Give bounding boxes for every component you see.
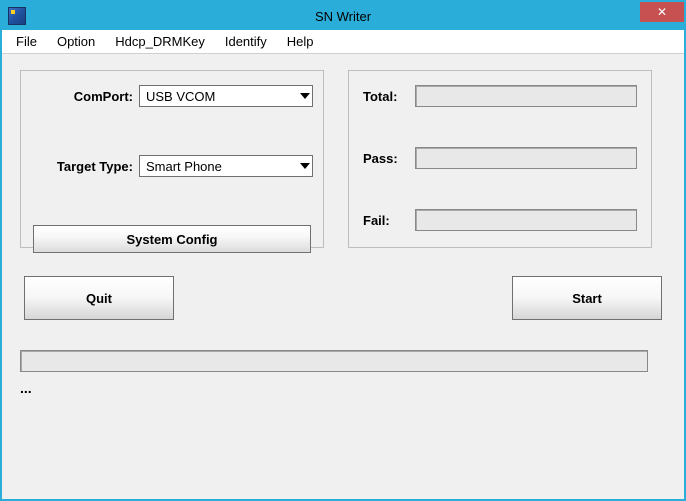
progress-bar xyxy=(20,350,648,372)
pass-label: Pass: xyxy=(363,151,415,166)
quit-button[interactable]: Quit xyxy=(24,276,174,320)
main-window: SN Writer ✕ File Option Hdcp_DRMKey Iden… xyxy=(1,1,685,500)
system-config-button[interactable]: System Config xyxy=(33,225,311,253)
menu-help[interactable]: Help xyxy=(277,34,324,49)
titlebar: SN Writer ✕ xyxy=(2,2,684,30)
stats-group: Total: Pass: Fail: xyxy=(348,70,652,248)
menu-hdcp[interactable]: Hdcp_DRMKey xyxy=(105,34,215,49)
quit-label: Quit xyxy=(86,291,112,306)
total-value xyxy=(415,85,637,107)
target-type-label: Target Type: xyxy=(31,159,139,174)
comport-value: USB VCOM xyxy=(146,89,215,104)
system-config-label: System Config xyxy=(126,232,217,247)
start-button[interactable]: Start xyxy=(512,276,662,320)
chevron-down-icon xyxy=(300,161,310,171)
close-button[interactable]: ✕ xyxy=(640,2,684,22)
fail-label: Fail: xyxy=(363,213,415,228)
start-label: Start xyxy=(572,291,602,306)
menu-file[interactable]: File xyxy=(6,34,47,49)
chevron-down-icon xyxy=(300,91,310,101)
client-area: ComPort: USB VCOM Target Type: Smart Pho… xyxy=(2,54,684,412)
fail-value xyxy=(415,209,637,231)
total-label: Total: xyxy=(363,89,415,104)
window-title: SN Writer xyxy=(315,9,371,24)
menubar: File Option Hdcp_DRMKey Identify Help xyxy=(2,30,684,54)
target-type-combo[interactable]: Smart Phone xyxy=(139,155,313,177)
status-text: ... xyxy=(20,380,666,396)
config-group: ComPort: USB VCOM Target Type: Smart Pho… xyxy=(20,70,324,248)
target-type-value: Smart Phone xyxy=(146,159,222,174)
comport-combo[interactable]: USB VCOM xyxy=(139,85,313,107)
menu-option[interactable]: Option xyxy=(47,34,105,49)
pass-value xyxy=(415,147,637,169)
app-icon xyxy=(8,7,26,25)
menu-identify[interactable]: Identify xyxy=(215,34,277,49)
comport-label: ComPort: xyxy=(31,89,139,104)
